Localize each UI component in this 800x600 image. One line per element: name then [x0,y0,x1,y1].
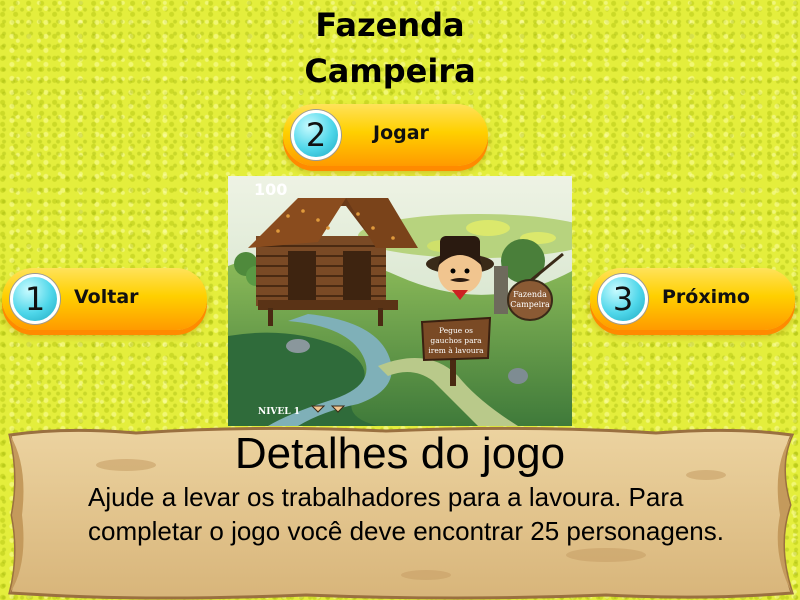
rock [508,368,528,384]
instruction-sign-line-3: irem à lavoura [428,346,484,355]
page-title-line-1: Fazenda [315,6,465,44]
rock [286,339,310,353]
next-button-label: Próximo [662,286,750,308]
details-description: Ajude a levar os trabalhadores para a la… [88,482,724,546]
back-number-badge: 1 [10,274,60,324]
game-preview-image: 100 Fazenda Campeira Pegue os gauchos pa… [228,176,572,426]
instruction-sign-line-1: Pegue os [439,326,473,335]
play-number-badge: 2 [291,110,341,160]
details-title: Detalhes do jogo [234,429,566,478]
farm-sign-line-1: Fazenda [513,290,547,299]
back-button[interactable]: 1 Voltar [2,268,207,330]
stone-post [494,266,508,314]
level-label: NIVEL 1 [258,407,300,417]
next-number-badge: 3 [598,274,648,324]
farm-sign-line-2: Campeira [510,300,550,309]
back-button-label: Voltar [74,286,139,308]
play-button-label: Jogar [373,122,429,144]
score-text: 100 [254,180,287,199]
instruction-sign-line-2: gauchos para [430,336,482,345]
page-title: Fazenda Campeira [280,2,500,94]
page-title-line-2: Campeira [304,52,476,90]
next-button[interactable]: 3 Próximo [590,268,795,330]
play-button[interactable]: 2 Jogar [283,104,488,166]
